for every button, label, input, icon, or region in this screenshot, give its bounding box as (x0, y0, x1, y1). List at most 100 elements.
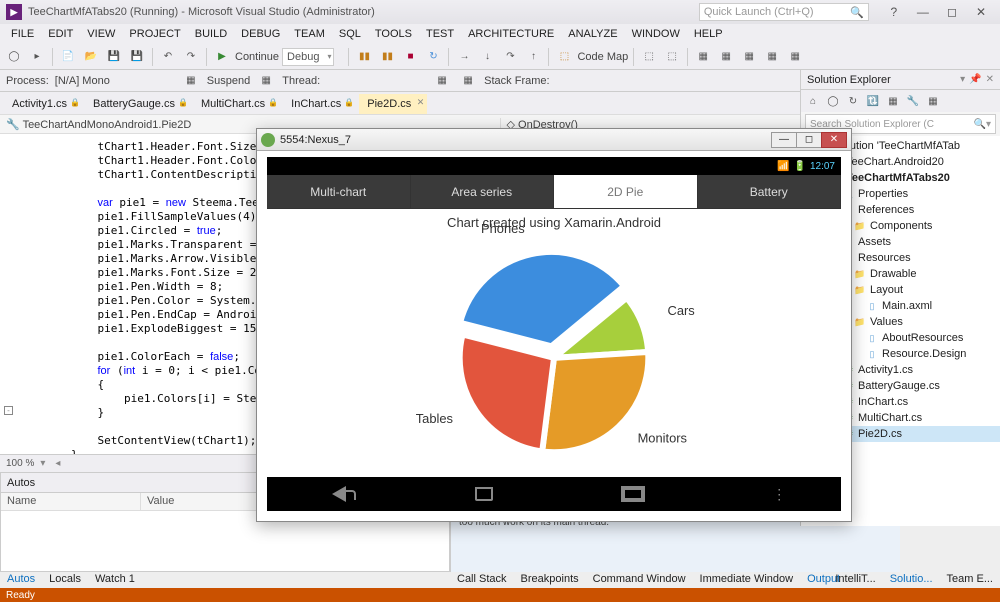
bottom-tab[interactable]: Team E... (940, 572, 1000, 588)
find-icon[interactable]: ▦ (693, 47, 713, 67)
db-icon[interactable]: ▦ (739, 47, 759, 67)
thread-icon[interactable]: ▦ (256, 71, 276, 91)
sol-sync-icon[interactable]: ↻ (845, 93, 861, 109)
minimize-button[interactable]: — (910, 5, 936, 19)
tab-close-icon[interactable]: ✕ (417, 97, 425, 108)
sol-refresh-icon[interactable]: 🔃 (865, 93, 881, 109)
emu-tab[interactable]: Multi-chart (267, 175, 411, 208)
step-over-icon[interactable]: ↷ (500, 47, 520, 67)
emu-tab[interactable]: 2D Pie (554, 175, 698, 208)
menu-sql[interactable]: SQL (332, 26, 368, 42)
bottom-tab[interactable]: Breakpoints (514, 572, 586, 588)
emulator-window[interactable]: 5554:Nexus_7 — ◻ ✕ 📶 🔋 12:07 Multi-chart… (256, 128, 852, 522)
config-dropdown[interactable]: Debug (282, 48, 334, 66)
emu-tab[interactable]: Battery (698, 175, 842, 208)
sol-props-icon[interactable]: 🔧 (905, 93, 921, 109)
tree-label: TeeChart.Android20 (846, 156, 944, 168)
sf-icon[interactable]: ▦ (432, 71, 452, 91)
tab-activity1-cs[interactable]: Activity1.cs🔒 (4, 94, 83, 114)
menu-build[interactable]: BUILD (188, 26, 234, 42)
nav-menu-icon[interactable]: ⋮ (772, 492, 776, 496)
suspend-icon[interactable]: ▦ (181, 71, 201, 91)
continue-icon[interactable]: ▶ (212, 47, 232, 67)
menu-tools[interactable]: TOOLS (368, 26, 419, 42)
nav-recent-icon[interactable] (623, 488, 643, 500)
redo-icon[interactable]: ↷ (181, 47, 201, 67)
menu-file[interactable]: FILE (4, 26, 41, 42)
hex-icon[interactable]: ⬚ (639, 47, 659, 67)
undo-icon[interactable]: ↶ (158, 47, 178, 67)
bottom-tab[interactable]: Locals (42, 572, 88, 588)
nav-back-icon[interactable]: ◯ (4, 47, 24, 67)
new-icon[interactable]: 📄 (58, 47, 78, 67)
sol-home-icon[interactable]: ⌂ (805, 93, 821, 109)
outline-collapse-icon[interactable]: - (4, 406, 13, 415)
emu-close-button[interactable]: ✕ (821, 132, 847, 148)
step-into-icon[interactable]: ↓ (477, 47, 497, 67)
sol-collapse-icon[interactable]: ▦ (925, 93, 941, 109)
tool1-icon[interactable]: ⬚ (662, 47, 682, 67)
bottom-tab[interactable]: Command Window (586, 572, 693, 588)
bottom-tab[interactable]: Solutio... (883, 572, 940, 588)
sf2-icon[interactable]: ▦ (458, 71, 478, 91)
sol-pin-icon[interactable]: 📌 (969, 74, 981, 85)
menu-view[interactable]: VIEW (80, 26, 122, 42)
nav-back-icon[interactable] (332, 486, 346, 502)
process-dropdown[interactable]: [N/A] Mono (55, 75, 175, 87)
tab-inchart-cs[interactable]: InChart.cs🔒 (283, 94, 357, 114)
stop-icon[interactable]: ■ (400, 47, 420, 67)
bottom-tab[interactable]: Watch 1 (88, 572, 142, 588)
menu-window[interactable]: WINDOW (625, 26, 687, 42)
emu-tab[interactable]: Area series (411, 175, 555, 208)
sol-close-icon[interactable]: ✕ (986, 74, 994, 85)
emu-maximize-button[interactable]: ◻ (796, 132, 822, 148)
sol-back-icon[interactable]: ◯ (825, 93, 841, 109)
menu-help[interactable]: HELP (687, 26, 730, 42)
break-icon[interactable]: ▮▮ (354, 47, 374, 67)
tab-pie2d-cs[interactable]: Pie2D.cs✕ (359, 94, 427, 114)
col-name[interactable]: Name (1, 493, 141, 510)
bottom-tab[interactable]: IntelliT... (828, 572, 882, 588)
emu-minimize-button[interactable]: — (771, 132, 797, 148)
saveall-icon[interactable]: 💾 (127, 47, 147, 67)
tab-multichart-cs[interactable]: MultiChart.cs🔒 (193, 94, 281, 114)
nav-fwd-icon[interactable]: ▸ (27, 47, 47, 67)
tab-lock-icon[interactable]: 🔒 (70, 98, 80, 107)
tab-lock-icon[interactable]: 🔒 (268, 98, 278, 107)
zoom-dropdown[interactable]: 100 % (6, 458, 34, 469)
layers-icon[interactable]: ▦ (716, 47, 736, 67)
menu-architecture[interactable]: ARCHITECTURE (461, 26, 561, 42)
menu-debug[interactable]: DEBUG (234, 26, 287, 42)
bottom-tab[interactable]: Autos (0, 572, 42, 588)
menu-team[interactable]: TEAM (287, 26, 332, 42)
menu-edit[interactable]: EDIT (41, 26, 80, 42)
menu-test[interactable]: TEST (419, 26, 461, 42)
emu-titlebar[interactable]: 5554:Nexus_7 — ◻ ✕ (257, 129, 851, 151)
quick-launch-input[interactable]: Quick Launch (Ctrl+Q) 🔍 (699, 3, 869, 21)
close-button[interactable]: ✕ (968, 5, 994, 19)
tab-batterygauge-cs[interactable]: BatteryGauge.cs🔒 (85, 94, 191, 114)
tab-lock-icon[interactable]: 🔒 (344, 98, 354, 107)
continue-button[interactable]: Continue (235, 51, 279, 63)
help-button[interactable]: ? (881, 5, 907, 19)
codemap-button[interactable]: Code Map (577, 51, 628, 63)
nav-home-icon[interactable] (475, 487, 493, 501)
bottom-tab[interactable]: Call Stack (450, 572, 514, 588)
next-stmt-icon[interactable]: → (454, 47, 474, 67)
pause-icon[interactable]: ▮▮ (377, 47, 397, 67)
tree-label: Resources (858, 252, 911, 264)
misc-icon[interactable]: ▦ (785, 47, 805, 67)
open-icon[interactable]: 📂 (81, 47, 101, 67)
step-out-icon[interactable]: ↑ (523, 47, 543, 67)
sol-showall-icon[interactable]: ▦ (885, 93, 901, 109)
bottom-tab[interactable]: Immediate Window (693, 572, 801, 588)
flag-icon[interactable]: ▦ (762, 47, 782, 67)
restore-button[interactable]: ◻ (939, 5, 965, 19)
menu-analyze[interactable]: ANALYZE (561, 26, 624, 42)
menu-project[interactable]: PROJECT (122, 26, 187, 42)
save-icon[interactable]: 💾 (104, 47, 124, 67)
tab-lock-icon[interactable]: 🔒 (178, 98, 188, 107)
sol-menu-icon[interactable]: ▾ (960, 74, 965, 85)
restart-icon[interactable]: ↻ (423, 47, 443, 67)
codemap-icon[interactable]: ⬚ (554, 47, 574, 67)
